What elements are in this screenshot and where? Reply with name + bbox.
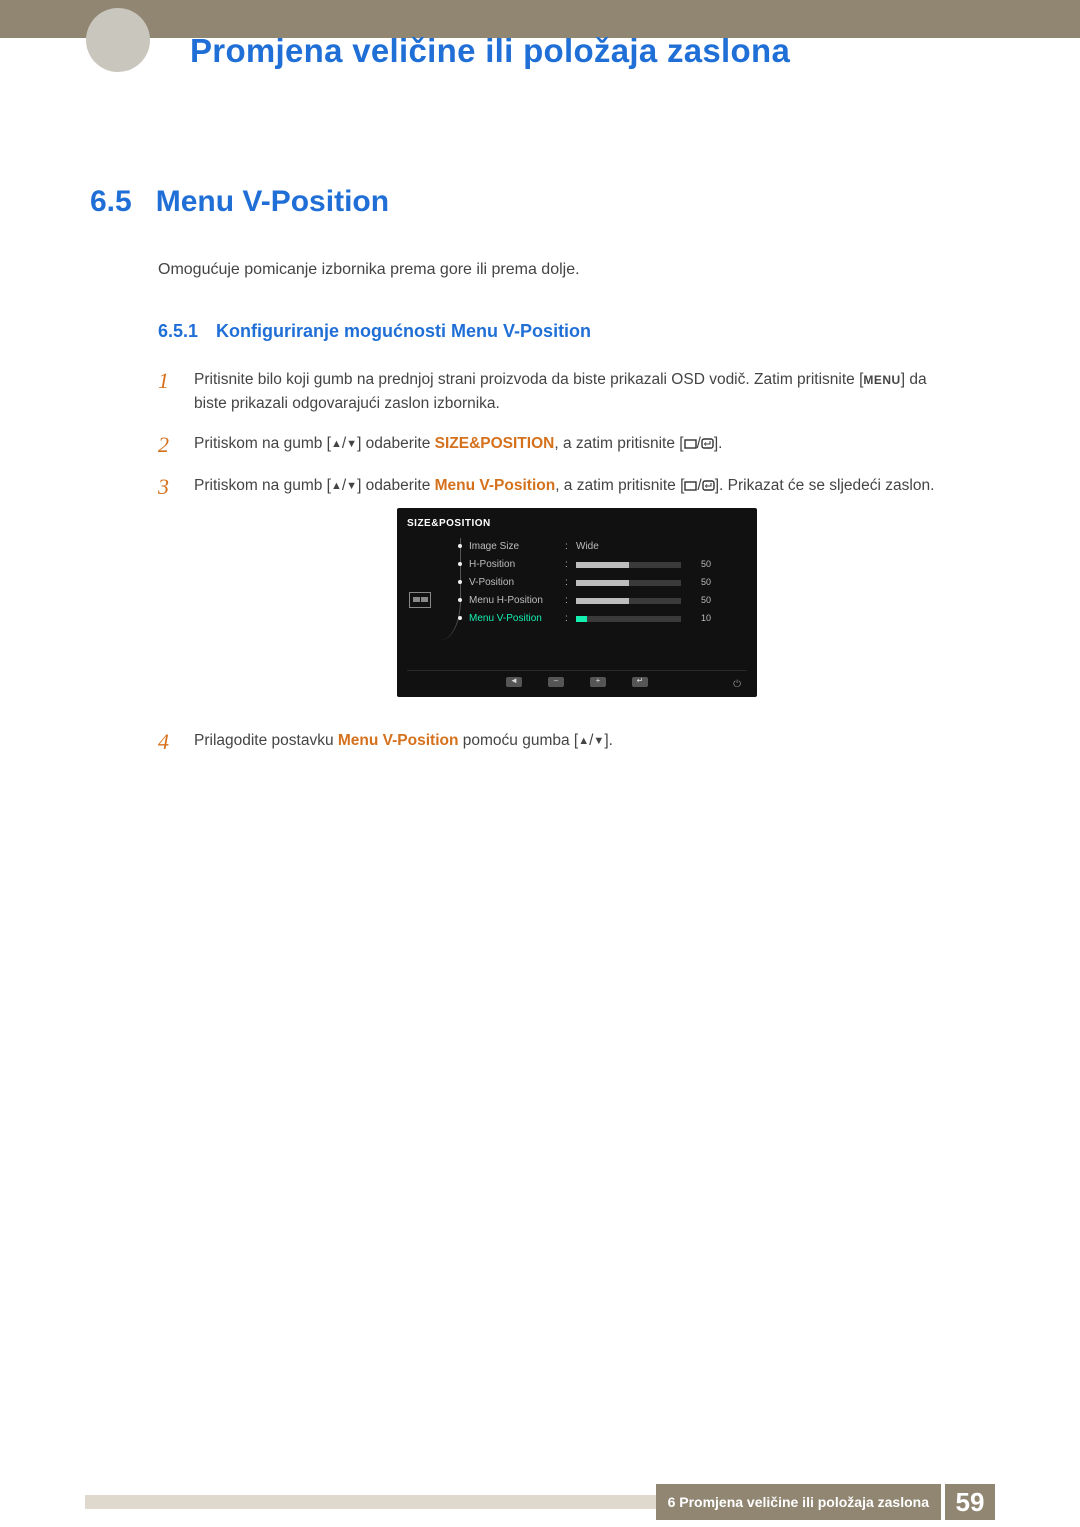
subsection-number: 6.5.1 xyxy=(158,321,198,342)
osd-value: 50 xyxy=(687,576,711,590)
text: , a zatim pritisnite [ xyxy=(555,477,684,494)
osd-row: Image Size : Wide xyxy=(469,538,747,556)
page-footer: 6 Promjena veličine ili položaja zaslona… xyxy=(85,1484,995,1520)
text: ] odaberite xyxy=(357,435,435,452)
osd-screenshot: SIZE&POSITION xyxy=(397,508,757,697)
osd-label: Menu H-Position xyxy=(469,593,559,609)
highlight: Menu V-Position xyxy=(435,477,556,494)
triangle-down-icon: ▼ xyxy=(346,438,357,450)
triangle-down-icon: ▼ xyxy=(346,480,357,492)
osd-curve xyxy=(441,538,461,640)
triangle-down-icon: ▼ xyxy=(593,735,604,747)
text: Prilagodite postavku xyxy=(194,732,338,749)
osd-slider xyxy=(576,580,681,586)
steps-list: 1 Pritisnite bilo koji gumb na prednjoj … xyxy=(158,368,960,755)
highlight: Menu V-Position xyxy=(338,732,459,749)
text: Pritiskom na gumb [ xyxy=(194,477,331,494)
osd-row: V-Position : 50 xyxy=(469,574,747,592)
page-content: 6.5 Menu V-Position Omogućuje pomicanje … xyxy=(90,185,960,771)
step-body: Pritiskom na gumb [▲/▼] odaberite Menu V… xyxy=(194,474,960,713)
triangle-up-icon: ▲ xyxy=(331,438,342,450)
osd-plus-icon: + xyxy=(590,677,606,687)
step-2: 2 Pritiskom na gumb [▲/▼] odaberite SIZE… xyxy=(158,432,960,458)
section-intro: Omogućuje pomicanje izbornika prema gore… xyxy=(158,261,960,279)
step-1: 1 Pritisnite bilo koji gumb na prednjoj … xyxy=(158,368,960,416)
footer-bar xyxy=(85,1495,656,1509)
osd-slider xyxy=(576,562,681,568)
subsection-title: Konfiguriranje mogućnosti Menu V-Positio… xyxy=(216,321,591,342)
osd-slider xyxy=(576,616,681,622)
step-3: 3 Pritiskom na gumb [▲/▼] odaberite Menu… xyxy=(158,474,960,713)
osd-title: SIZE&POSITION xyxy=(407,514,747,538)
step-number: 4 xyxy=(158,729,176,755)
step-body: Prilagodite postavku Menu V-Position pom… xyxy=(194,729,960,753)
osd-value: 50 xyxy=(687,558,711,572)
text: ] odaberite xyxy=(357,477,435,494)
osd-back-icon: ◄ xyxy=(506,677,522,687)
osd-row: Menu H-Position : 50 xyxy=(469,592,747,610)
triangle-up-icon: ▲ xyxy=(331,480,342,492)
text: Pritisnite bilo koji gumb na prednjoj st… xyxy=(194,371,863,388)
menu-key-label: MENU xyxy=(863,373,900,387)
osd-row: H-Position : 50 xyxy=(469,556,747,574)
osd-menu-icon xyxy=(409,592,431,608)
osd-value: 50 xyxy=(687,594,711,608)
osd-label: H-Position xyxy=(469,557,559,573)
osd-label: V-Position xyxy=(469,575,559,591)
section-heading: 6.5 Menu V-Position xyxy=(90,185,960,219)
osd-controls: ◄ – + ↵ ⏻ xyxy=(407,670,747,691)
step-body: Pritisnite bilo koji gumb na prednjoj st… xyxy=(194,368,960,416)
section-number: 6.5 xyxy=(90,185,132,219)
step-number: 2 xyxy=(158,432,176,458)
page-number: 59 xyxy=(945,1484,995,1520)
enter-icon xyxy=(702,480,715,491)
enter-icon xyxy=(701,438,714,449)
osd-value: 10 xyxy=(687,612,711,626)
step-4: 4 Prilagodite postavku Menu V-Position p… xyxy=(158,729,960,755)
text: ]. xyxy=(714,435,723,452)
osd-enter-icon: ↵ xyxy=(632,677,648,687)
chapter-title: Promjena veličine ili položaja zaslona xyxy=(190,32,790,70)
text: ]. Prikazat će se sljedeći zaslon. xyxy=(715,477,935,494)
osd-label: Image Size xyxy=(469,539,559,555)
subsection-heading: 6.5.1 Konfiguriranje mogućnosti Menu V-P… xyxy=(158,321,960,342)
text: pomoću gumba [ xyxy=(458,732,578,749)
osd-value: Wide xyxy=(576,539,631,555)
osd-slider xyxy=(576,598,681,604)
osd-power-icon: ⏻ xyxy=(733,677,741,693)
step-number: 1 xyxy=(158,368,176,394)
section-title: Menu V-Position xyxy=(156,185,389,219)
footer-chapter-label: 6 Promjena veličine ili položaja zaslona xyxy=(656,1484,941,1520)
triangle-up-icon: ▲ xyxy=(578,735,589,747)
text: ]. xyxy=(604,732,613,749)
osd-rows: Image Size : Wide H-Position : 50 xyxy=(469,538,747,640)
osd-label: Menu V-Position xyxy=(469,611,559,627)
step-body: Pritiskom na gumb [▲/▼] odaberite SIZE&P… xyxy=(194,432,960,456)
osd-row-active: Menu V-Position : 10 xyxy=(469,610,747,628)
chapter-number-circle xyxy=(86,8,150,72)
step-number: 3 xyxy=(158,474,176,500)
highlight: SIZE&POSITION xyxy=(435,435,555,452)
rect-icon xyxy=(684,439,697,449)
osd-minus-icon: – xyxy=(548,677,564,687)
text: , a zatim pritisnite [ xyxy=(554,435,683,452)
text: Pritiskom na gumb [ xyxy=(194,435,331,452)
rect-icon xyxy=(684,481,697,491)
